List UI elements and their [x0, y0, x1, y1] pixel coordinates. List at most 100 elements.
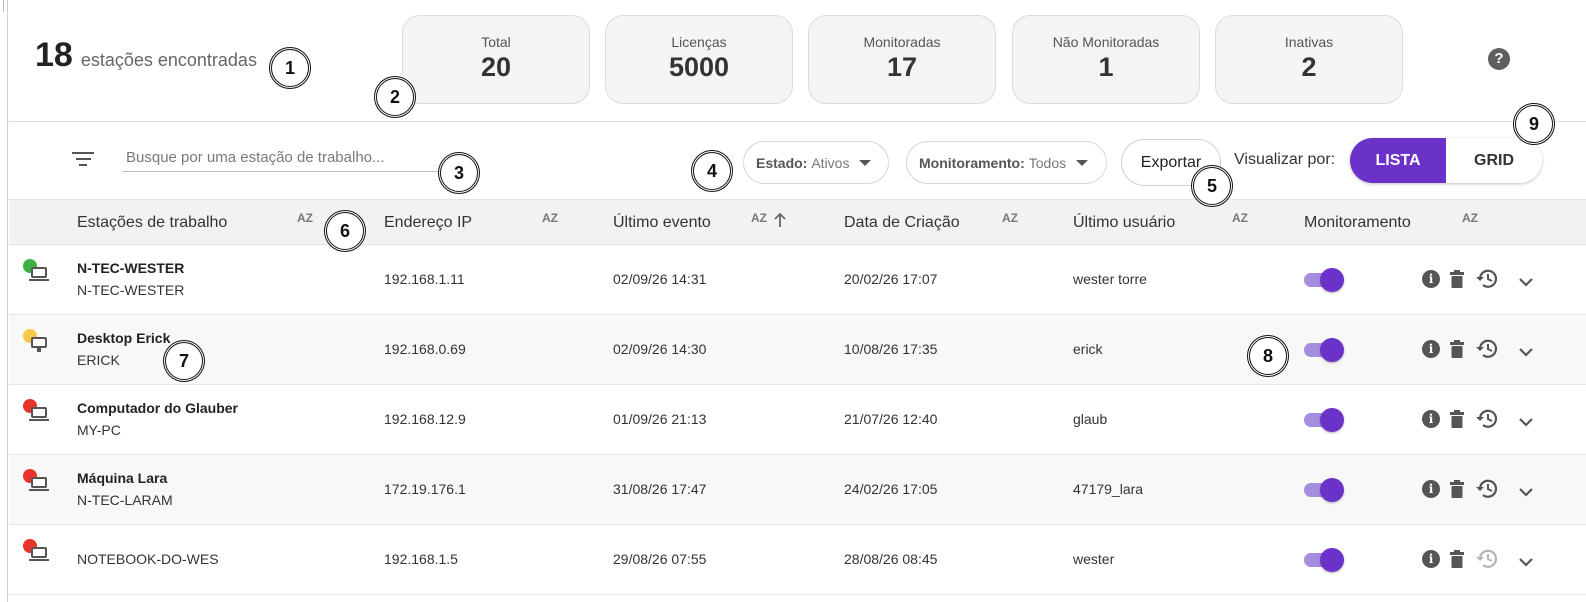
creation-date: 28/08/26 08:45: [844, 551, 938, 567]
laptop-icon: [19, 469, 49, 495]
sort-az-icon[interactable]: AZ: [1002, 211, 1018, 225]
callout-marker: 1: [269, 47, 311, 89]
trash-icon[interactable]: [1450, 340, 1464, 358]
trash-icon[interactable]: [1450, 480, 1464, 498]
monitoring-toggle[interactable]: [1304, 478, 1344, 502]
info-icon[interactable]: i: [1422, 270, 1440, 288]
creation-date: 24/02/26 17:05: [844, 481, 938, 497]
table-row[interactable]: N-TEC-WESTER N-TEC-WESTER 192.168.1.11 0…: [9, 245, 1586, 315]
monitoring-toggle[interactable]: [1304, 408, 1344, 432]
station-name[interactable]: Máquina Lara: [77, 470, 167, 486]
column-header-ip[interactable]: Endereço IP: [384, 214, 472, 232]
chevron-down-icon[interactable]: [1517, 483, 1535, 501]
estado-value: Ativos: [811, 154, 850, 171]
station-name[interactable]: Computador do Glauber: [77, 400, 238, 416]
history-icon[interactable]: [1475, 478, 1499, 500]
callout-marker: 5: [1191, 165, 1233, 207]
info-icon[interactable]: i: [1422, 340, 1440, 358]
last-event: 02/09/26 14:31: [613, 271, 707, 287]
station-name[interactable]: Desktop Erick: [77, 330, 170, 346]
column-header-estacoes[interactable]: Estações de trabalho: [77, 214, 227, 232]
view-list-button[interactable]: LISTA: [1350, 138, 1446, 183]
station-hostname: N-TEC-WESTER: [77, 282, 185, 298]
callout-marker: 7: [163, 340, 205, 382]
stat-title: Inativas: [1284, 34, 1334, 50]
creation-date: 21/07/26 12:40: [844, 411, 938, 427]
stat-value: 20: [480, 52, 512, 82]
info-icon[interactable]: i: [1422, 410, 1440, 428]
caret-down-icon: [859, 159, 872, 166]
station-count-label: estações encontradas: [80, 50, 257, 70]
history-icon[interactable]: [1475, 268, 1499, 290]
last-event: 31/08/26 17:47: [613, 481, 707, 497]
stat-card-total: Total 20: [402, 15, 590, 104]
station-name[interactable]: N-TEC-WESTER: [77, 260, 184, 276]
sort-az-icon[interactable]: AZ: [751, 211, 767, 225]
table-row[interactable]: Computador do Glauber MY-PC 192.168.12.9…: [9, 385, 1586, 455]
ip-address: 192.168.1.5: [384, 551, 458, 567]
info-icon[interactable]: i: [1422, 480, 1440, 498]
last-event: 02/09/26 14:30: [613, 341, 707, 357]
help-icon[interactable]: ?: [1488, 48, 1510, 70]
stat-title: Licenças: [671, 34, 727, 50]
history-icon[interactable]: [1475, 338, 1499, 360]
last-user: erick: [1073, 341, 1103, 357]
stat-value: 5000: [668, 52, 730, 82]
stat-title: Não Monitoradas: [1052, 34, 1160, 50]
station-count-number: 18: [35, 36, 73, 74]
monitoramento-value: Todos: [1028, 154, 1067, 171]
column-header-monitoramento[interactable]: Monitoramento: [1304, 214, 1411, 232]
info-icon[interactable]: i: [1422, 550, 1440, 568]
table-row[interactable]: Máquina Lara N-TEC-LARAM 172.19.176.1 31…: [9, 455, 1586, 525]
station-hostname: N-TEC-LARAM: [77, 492, 173, 508]
last-user: wester: [1073, 551, 1115, 567]
monitoring-toggle[interactable]: [1304, 548, 1344, 572]
station-hostname: MY-PC: [77, 422, 121, 438]
trash-icon[interactable]: [1450, 550, 1464, 568]
view-grid-button[interactable]: GRID: [1446, 138, 1542, 183]
trash-icon[interactable]: [1450, 270, 1464, 288]
left-window-edge: [0, 0, 8, 602]
sort-az-icon[interactable]: AZ: [297, 211, 313, 225]
stat-value: 2: [1301, 52, 1317, 82]
sort-ascending-arrow-icon[interactable]: [773, 212, 787, 228]
sort-az-icon[interactable]: AZ: [1232, 211, 1248, 225]
stat-value: 1: [1098, 52, 1114, 82]
column-header-ultimo-evento[interactable]: Último evento: [613, 214, 711, 232]
stat-title: Monitoradas: [863, 34, 941, 50]
view-by-label: Visualizar por:: [1234, 151, 1336, 168]
table-row[interactable]: NOTEBOOK-DO-WES 192.168.1.5 29/08/26 07:…: [9, 525, 1586, 595]
callout-marker: 8: [1247, 335, 1289, 377]
stat-title: Total: [481, 34, 511, 50]
history-icon[interactable]: [1475, 408, 1499, 430]
history-icon: [1476, 549, 1498, 568]
stat-card-inativas: Inativas 2: [1215, 15, 1403, 104]
filter-icon[interactable]: [72, 152, 94, 168]
sort-az-icon[interactable]: AZ: [1462, 211, 1478, 225]
table-row[interactable]: Desktop Erick ERICK 192.168.0.69 02/09/2…: [9, 315, 1586, 385]
table-header: Estações de trabalho AZ Endereço IP AZ Ú…: [9, 199, 1586, 245]
search-input[interactable]: [122, 144, 442, 172]
chevron-down-icon[interactable]: [1517, 553, 1535, 571]
sort-az-icon[interactable]: AZ: [542, 211, 558, 225]
chevron-down-icon[interactable]: [1517, 413, 1535, 431]
window-edge-notch: [0, 0, 4, 12]
chevron-down-icon[interactable]: [1517, 343, 1535, 361]
callout-marker: 6: [324, 210, 366, 252]
column-header-ultimo-usuario[interactable]: Último usuário: [1073, 214, 1175, 232]
last-user: glaub: [1073, 411, 1108, 427]
monitoring-toggle[interactable]: [1304, 268, 1344, 292]
stat-card-monitoradas: Monitoradas 17: [808, 15, 996, 104]
trash-icon[interactable]: [1450, 410, 1464, 428]
ip-address: 192.168.12.9: [384, 411, 466, 427]
creation-date: 10/08/26 17:35: [844, 341, 938, 357]
estado-dropdown[interactable]: Estado: Ativos: [743, 141, 889, 184]
station-hostname[interactable]: NOTEBOOK-DO-WES: [77, 551, 219, 567]
column-header-data-criacao[interactable]: Data de Criação: [844, 214, 960, 232]
monitoramento-dropdown[interactable]: Monitoramento: Todos: [906, 141, 1107, 184]
monitoring-toggle[interactable]: [1304, 338, 1344, 362]
chevron-down-icon[interactable]: [1517, 273, 1535, 291]
view-toggle: LISTA GRID: [1350, 138, 1542, 183]
last-event: 01/09/26 21:13: [613, 411, 707, 427]
callout-marker: 9: [1513, 103, 1555, 145]
